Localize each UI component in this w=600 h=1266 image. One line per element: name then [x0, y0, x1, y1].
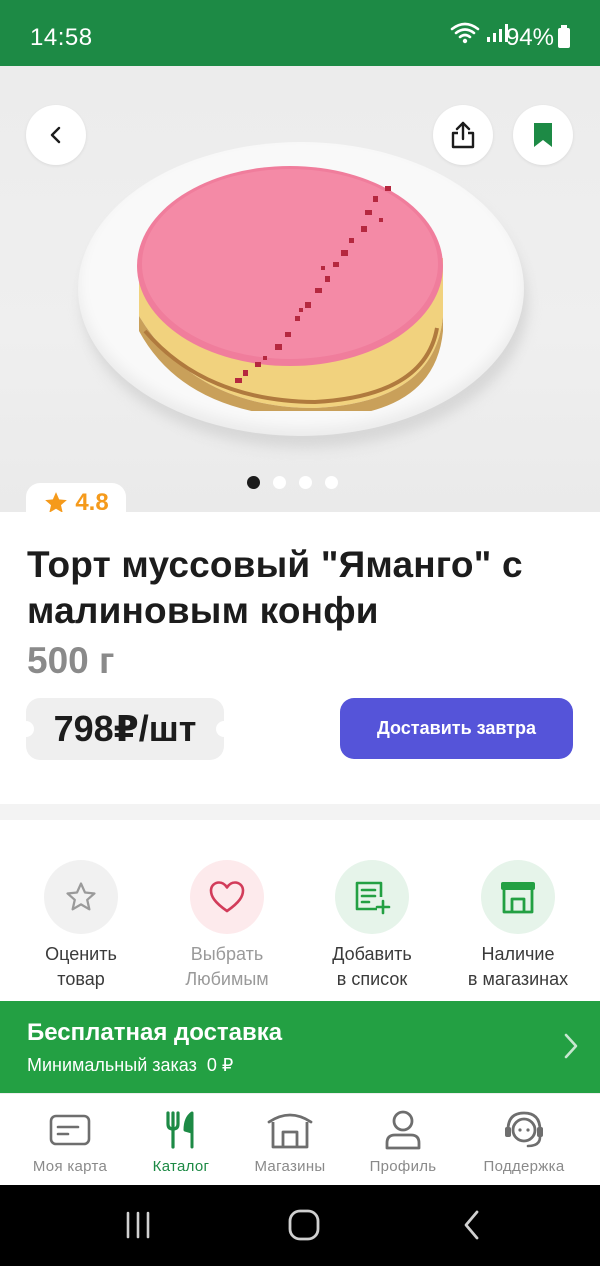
pagination-dot[interactable] [325, 476, 338, 489]
recent-apps-icon [126, 1211, 150, 1239]
add-to-list-action[interactable]: Добавить в список [297, 860, 447, 992]
product-actions: Оценить товар Выбрать Любимым Добавить в… [0, 820, 600, 1001]
back-system-button[interactable] [452, 1205, 492, 1245]
banner-subtitle: Минимальный заказ 0 ₽ [27, 1055, 234, 1075]
pagination-dot[interactable] [247, 476, 260, 489]
card-icon [49, 1114, 91, 1146]
favorite-action[interactable]: Выбрать Любимым [152, 860, 302, 992]
product-info: Торт муссовый "Яманго" с малиновым конфи… [0, 512, 600, 804]
add-to-list-icon [355, 881, 391, 915]
nav-label: Магазины [254, 1158, 326, 1175]
wifi-icon [450, 22, 480, 44]
home-button[interactable] [282, 1205, 326, 1245]
action-label: Выбрать Любимым [185, 944, 269, 989]
nav-support[interactable]: Поддержка [464, 1108, 584, 1175]
deliver-tomorrow-button[interactable]: Доставить завтра [340, 698, 573, 759]
action-label: Оценить товар [45, 944, 117, 989]
heart-icon [209, 881, 245, 913]
share-icon [451, 121, 475, 149]
action-label: Добавить в список [332, 944, 412, 989]
signal-icon [487, 24, 508, 42]
status-time: 14:58 [30, 24, 93, 51]
fork-knife-icon [166, 1111, 194, 1149]
nav-catalog[interactable]: Каталог [121, 1108, 241, 1175]
free-delivery-banner[interactable]: Бесплатная доставка Минимальный заказ 0 … [0, 1001, 600, 1093]
home-icon [288, 1209, 320, 1241]
price-tag: 798₽/шт [18, 698, 232, 760]
nav-my-card[interactable]: Моя карта [10, 1108, 130, 1175]
nav-label: Поддержка [483, 1158, 565, 1175]
battery-percent: 94% [505, 24, 554, 51]
store-icon [501, 882, 535, 914]
product-gallery[interactable] [0, 66, 600, 512]
profile-icon [385, 1110, 421, 1150]
store-icon [267, 1113, 313, 1149]
store-circle [481, 860, 555, 934]
star-outline-icon [66, 882, 96, 911]
pagination-dot[interactable] [273, 476, 286, 489]
support-icon [505, 1111, 543, 1148]
system-navigation-bar [0, 1185, 600, 1266]
status-bar: 14:58 94% [0, 0, 600, 66]
battery-icon [558, 25, 570, 48]
pagination-dot[interactable] [299, 476, 312, 489]
product-title: Торт муссовый "Яманго" с малиновым конфи [27, 544, 523, 631]
rate-circle [44, 860, 118, 934]
battery-status: 94% [506, 24, 570, 52]
recent-apps-button[interactable] [118, 1205, 158, 1245]
bottom-navigation: Моя карта Каталог Магазины Профиль Подде… [0, 1093, 600, 1185]
nav-profile[interactable]: Профиль [343, 1108, 463, 1175]
price-value: 798₽/шт [53, 708, 197, 749]
gallery-pagination [247, 476, 338, 489]
chevron-left-icon [464, 1210, 479, 1240]
rate-product-action[interactable]: Оценить товар [6, 860, 156, 992]
nav-label: Каталог [152, 1158, 210, 1175]
favorite-circle [190, 860, 264, 934]
nav-stores[interactable]: Магазины [230, 1108, 350, 1175]
back-button[interactable] [26, 105, 86, 165]
section-divider [0, 804, 600, 820]
chevron-left-icon [50, 126, 61, 144]
share-button[interactable] [433, 105, 493, 165]
nav-label: Моя карта [32, 1158, 108, 1175]
bookmark-button[interactable] [513, 105, 573, 165]
chevron-right-icon [564, 1033, 578, 1059]
action-label: Наличие в магазинах [467, 944, 569, 989]
status-icons [450, 22, 508, 44]
add-to-list-circle [335, 860, 409, 934]
bookmark-icon [534, 123, 552, 147]
banner-title: Бесплатная доставка [27, 1019, 283, 1046]
store-availability-action[interactable]: Наличие в магазинах [443, 860, 593, 992]
nav-label: Профиль [369, 1158, 437, 1175]
product-weight: 500 г [27, 640, 115, 681]
cake-image [137, 166, 443, 411]
